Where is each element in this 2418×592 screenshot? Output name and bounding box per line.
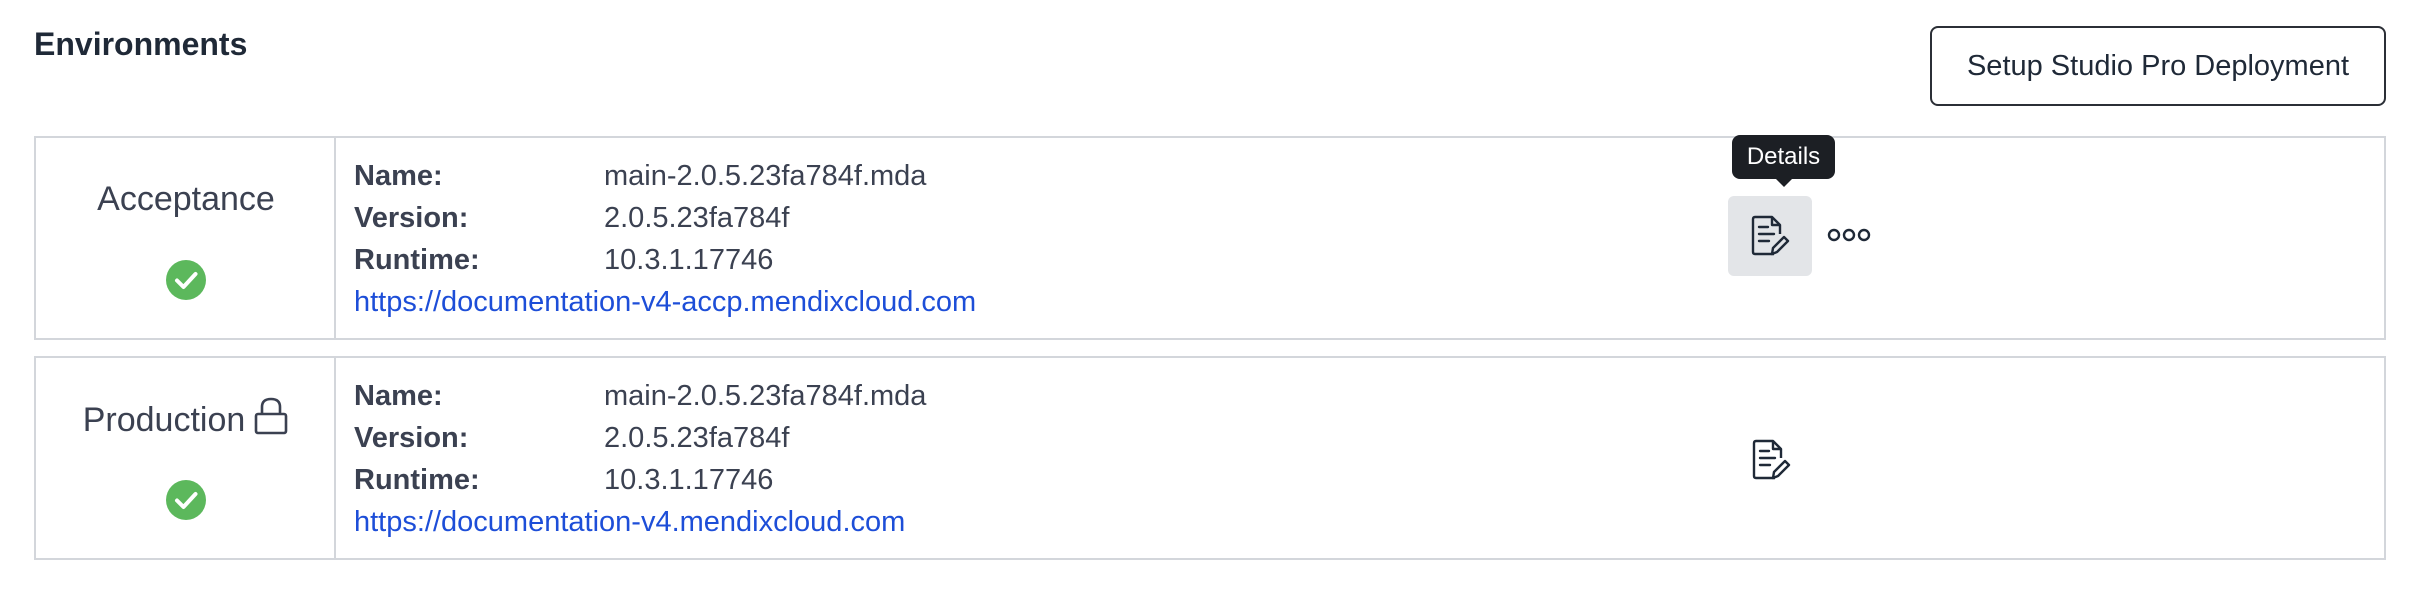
lock-icon (254, 397, 288, 435)
runtime-value: 10.3.1.17746 (604, 244, 774, 276)
details-icon (1751, 215, 1790, 256)
details-tooltip: Details (1732, 135, 1835, 187)
version-label: Version: (354, 202, 469, 234)
more-options-icon (1827, 228, 1871, 242)
environment-summary: Production (36, 358, 336, 558)
detail-row-runtime: Runtime: 10.3.1.17746 (354, 242, 773, 278)
detail-row-version: Version: 2.0.5.23fa784f (354, 200, 789, 236)
setup-studio-pro-deployment-button[interactable]: Setup Studio Pro Deployment (1930, 26, 2386, 106)
environment-details: Name: main-2.0.5.23fa784f.mda Version: 2… (336, 358, 2384, 558)
more-options-button[interactable] (1824, 218, 1874, 252)
environment-url-link[interactable]: https://documentation-v4-accp.mendixclou… (354, 284, 976, 320)
details-icon (1752, 439, 1791, 480)
success-check-icon (166, 260, 206, 300)
version-value: 2.0.5.23fa784f (604, 202, 790, 234)
detail-row-version: Version: 2.0.5.23fa784f (354, 420, 789, 456)
environment-summary: Acceptance (36, 138, 336, 338)
environments-page: Environments Setup Studio Pro Deployment… (0, 0, 2418, 592)
environment-card-acceptance: Acceptance Name: main-2.0.5.23fa784f.mda… (34, 135, 2386, 340)
package-name-value: main-2.0.5.23fa784f.mda (604, 160, 927, 192)
runtime-label: Runtime: (354, 464, 480, 496)
success-check-icon (166, 480, 206, 520)
environment-name-label: Production (82, 401, 246, 439)
name-label: Name: (354, 380, 443, 412)
detail-row-name: Name: main-2.0.5.23fa784f.mda (354, 378, 926, 414)
version-label: Version: (354, 422, 469, 454)
environment-card-production: Production Name: main-2.0.5.23fa784f.mda… (34, 356, 2386, 560)
runtime-value: 10.3.1.17746 (604, 464, 774, 496)
detail-row-runtime: Runtime: 10.3.1.17746 (354, 462, 773, 498)
details-button[interactable] (1728, 196, 1812, 276)
environment-name: Production (36, 397, 336, 440)
page-title: Environments (34, 26, 248, 62)
runtime-label: Runtime: (354, 244, 480, 276)
environment-name: Acceptance (36, 180, 336, 219)
package-name-value: main-2.0.5.23fa784f.mda (604, 380, 927, 412)
detail-row-name: Name: main-2.0.5.23fa784f.mda (354, 158, 926, 194)
name-label: Name: (354, 160, 443, 192)
details-button[interactable] (1729, 420, 1813, 500)
environment-url-link[interactable]: https://documentation-v4.mendixcloud.com (354, 504, 905, 540)
environment-details: Name: main-2.0.5.23fa784f.mda Version: 2… (336, 135, 2384, 338)
environment-name-label: Acceptance (97, 180, 275, 218)
version-value: 2.0.5.23fa784f (604, 422, 790, 454)
